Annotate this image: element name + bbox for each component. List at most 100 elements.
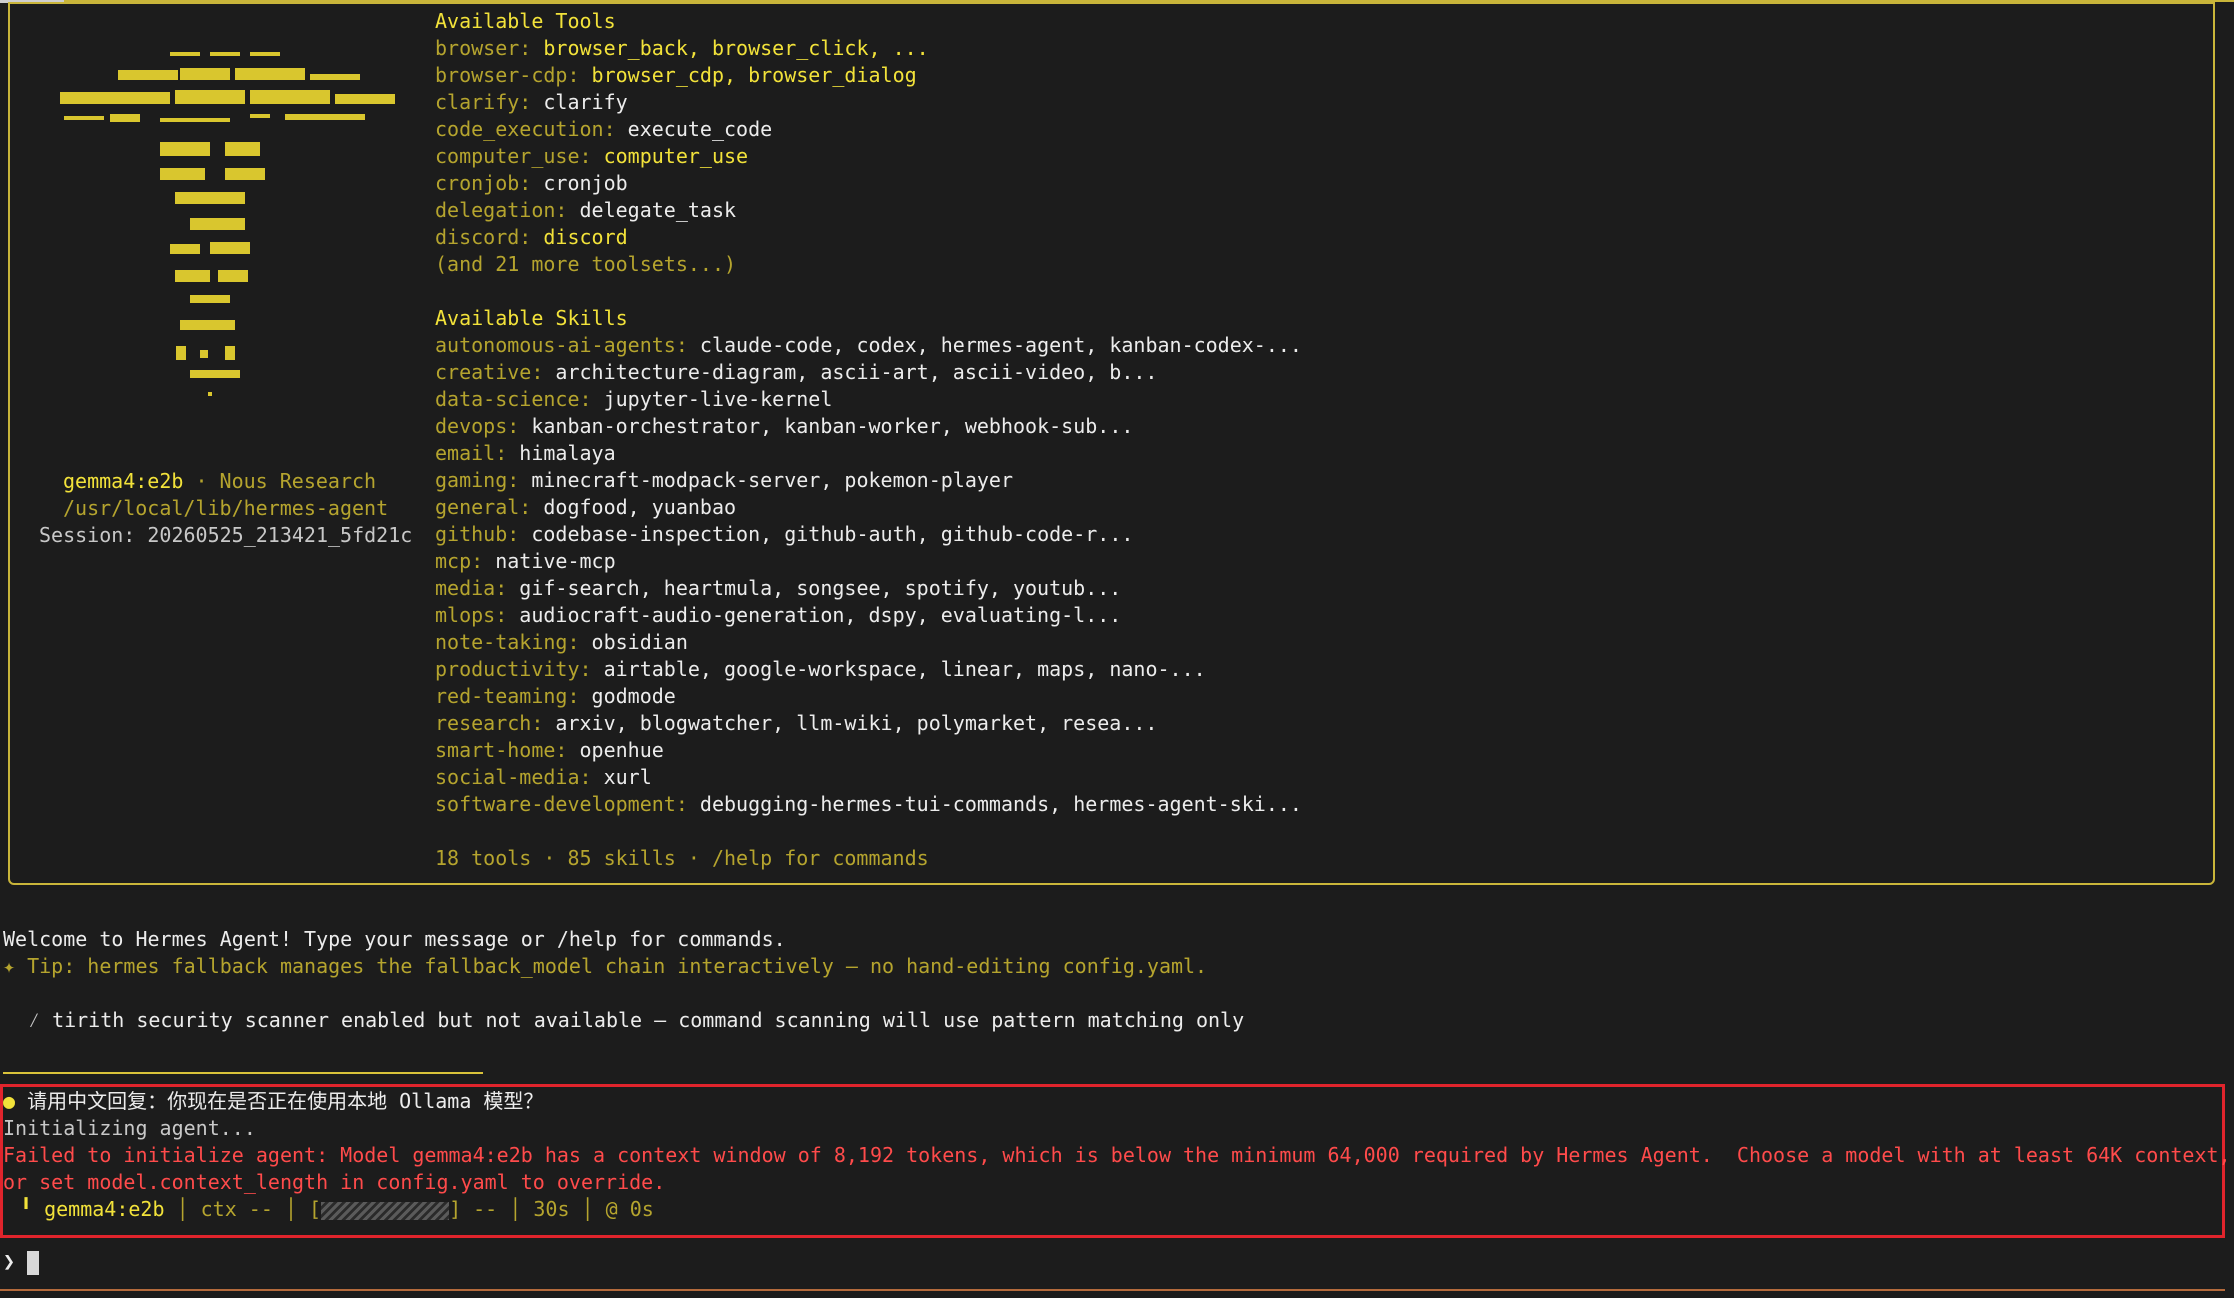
status-ctx: ctx -- <box>200 1197 273 1221</box>
user-message-line: ● 请用中文回复：你现在是否正在使用本地 Ollama 模型？ <box>3 1088 543 1115</box>
tools-row: code_execution: execute_code <box>435 116 772 143</box>
skills-row: github: codebase-inspection, github-auth… <box>435 521 1133 548</box>
skills-items: architecture-diagram, ascii-art, ascii-v… <box>555 360 1158 384</box>
skills-items: audiocraft-audio-generation, dspy, evalu… <box>519 603 1122 627</box>
skills-row: software-development: debugging-hermes-t… <box>435 791 1302 818</box>
status-marker-icon: ╹ <box>20 1197 33 1221</box>
skills-row: media: gif-search, heartmula, songsee, s… <box>435 575 1121 602</box>
tools-more: (and 21 more toolsets...) <box>435 252 737 276</box>
skills-category: gaming: <box>435 468 520 492</box>
skills-items: godmode <box>591 684 676 708</box>
tip-message: ✦ Tip: hermes fallback manages the fallb… <box>3 954 1208 978</box>
tools-row: browser: browser_back, browser_click, ..… <box>435 35 929 62</box>
separator-line <box>3 1072 483 1074</box>
skills-row: research: arxiv, blogwatcher, llm-wiki, … <box>435 710 1157 737</box>
status-time: 30s <box>533 1197 570 1221</box>
tools-items: cronjob <box>543 171 628 195</box>
context-bar-open: [ <box>309 1197 322 1221</box>
banner-model-line: gemma4:e2b · Nous Research <box>63 469 377 493</box>
skills-items: native-mcp <box>495 549 616 573</box>
session-id: Session: 20260525_213421_5fd21c <box>39 523 413 547</box>
status-bar: ╹ gemma4:e2b │ ctx -- │ [] -- │ 30s │ @ … <box>20 1197 654 1221</box>
skills-items: dogfood, yuanbao <box>543 495 737 519</box>
skills-items: minecraft-modpack-server, pokemon-player <box>531 468 1013 492</box>
warning-line: ⁄ tirith security scanner enabled but no… <box>28 1007 1244 1034</box>
skills-items: claude-code, codex, hermes-agent, kanban… <box>699 333 1302 357</box>
text-cursor[interactable] <box>27 1250 40 1275</box>
skills-row: mlops: audiocraft-audio-generation, dspy… <box>435 602 1121 629</box>
clock-icon: @ <box>605 1197 618 1221</box>
skills-category: mlops: <box>435 603 508 627</box>
context-progress-bar <box>321 1201 450 1220</box>
skills-row: general: dogfood, yuanbao <box>435 494 736 521</box>
skills-category: devops: <box>435 414 520 438</box>
input-bottom-border <box>0 1289 2225 1291</box>
skills-items: arxiv, blogwatcher, llm-wiki, polymarket… <box>555 711 1158 735</box>
skills-category: media: <box>435 576 508 600</box>
skills-items: gif-search, heartmula, songsee, spotify,… <box>519 576 1122 600</box>
skills-items: debugging-hermes-tui-commands, hermes-ag… <box>699 792 1302 816</box>
skills-row: red-teaming: godmode <box>435 683 676 710</box>
skills-category: data-science: <box>435 387 592 411</box>
skills-row: data-science: jupyter-live-kernel <box>435 386 832 413</box>
skills-items: obsidian <box>591 630 688 654</box>
error-line-1: Failed to initialize agent: Model gemma4… <box>3 1143 2231 1167</box>
skills-items: xurl <box>603 765 652 789</box>
skills-category: email: <box>435 441 508 465</box>
skills-category: mcp: <box>435 549 484 573</box>
input-prompt[interactable]: ❯ <box>3 1248 40 1275</box>
tools-items: discord <box>543 225 628 249</box>
tools-row: discord: discord <box>435 224 628 251</box>
skills-row: note-taking: obsidian <box>435 629 688 656</box>
skills-items: airtable, google-workspace, linear, maps… <box>603 657 1206 681</box>
skills-row: autonomous-ai-agents: claude-code, codex… <box>435 332 1302 359</box>
skills-row: devops: kanban-orchestrator, kanban-work… <box>435 413 1133 440</box>
skills-category: red-teaming: <box>435 684 580 708</box>
skills-row: productivity: airtable, google-workspace… <box>435 656 1206 683</box>
skills-items: kanban-orchestrator, kanban-worker, webh… <box>531 414 1134 438</box>
skills-category: smart-home: <box>435 738 568 762</box>
warning-message: tirith security scanner enabled but not … <box>52 1008 1245 1032</box>
skills-category: note-taking: <box>435 630 580 654</box>
error-line-2: or set model.context_length in config.ya… <box>3 1170 666 1194</box>
tools-items: browser_cdp, browser_dialog <box>591 63 917 87</box>
skills-row: smart-home: openhue <box>435 737 664 764</box>
skills-category: social-media: <box>435 765 592 789</box>
skills-items: openhue <box>579 738 664 762</box>
tools-category: browser-cdp: <box>435 63 580 87</box>
hermes-logo <box>60 52 395 396</box>
tools-category: delegation: <box>435 198 568 222</box>
user-message: 请用中文回复：你现在是否正在使用本地 Ollama 模型？ <box>27 1089 544 1113</box>
tools-items: delegate_task <box>579 198 737 222</box>
skills-category: github: <box>435 522 520 546</box>
welcome-message: Welcome to Hermes Agent! Type your messa… <box>3 927 786 951</box>
skills-category: creative: <box>435 360 544 384</box>
model-name: gemma4:e2b <box>63 469 184 493</box>
tools-items: clarify <box>543 90 628 114</box>
skills-items: codebase-inspection, github-auth, github… <box>531 522 1134 546</box>
tools-items: computer_use <box>603 144 749 168</box>
skills-row: social-media: xurl <box>435 764 652 791</box>
skills-summary: 18 tools · 85 skills · /help for command… <box>435 846 929 870</box>
tools-row: cronjob: cronjob <box>435 170 628 197</box>
tools-heading: Available Tools <box>435 9 616 33</box>
tools-items: execute_code <box>627 117 773 141</box>
skills-row: creative: architecture-diagram, ascii-ar… <box>435 359 1157 386</box>
skills-category: software-development: <box>435 792 688 816</box>
tools-row: computer_use: computer_use <box>435 143 748 170</box>
warning-icon: ⁄ <box>28 1008 41 1032</box>
skills-row: gaming: minecraft-modpack-server, pokemo… <box>435 467 1013 494</box>
tools-category: code_execution: <box>435 117 616 141</box>
skills-category: autonomous-ai-agents: <box>435 333 688 357</box>
skills-category: research: <box>435 711 544 735</box>
tools-row: browser-cdp: browser_cdp, browser_dialog <box>435 62 917 89</box>
prompt-chevron-icon: ❯ <box>3 1249 16 1273</box>
tools-category: discord: <box>435 225 532 249</box>
tools-items: browser_back, browser_click, ... <box>543 36 929 60</box>
context-bar-close: ] -- <box>449 1197 498 1221</box>
skills-row: mcp: native-mcp <box>435 548 616 575</box>
status-elapsed: 0s <box>629 1197 654 1221</box>
tools-row: delegation: delegate_task <box>435 197 736 224</box>
skills-category: general: <box>435 495 532 519</box>
org-name: Nous Research <box>219 469 377 493</box>
